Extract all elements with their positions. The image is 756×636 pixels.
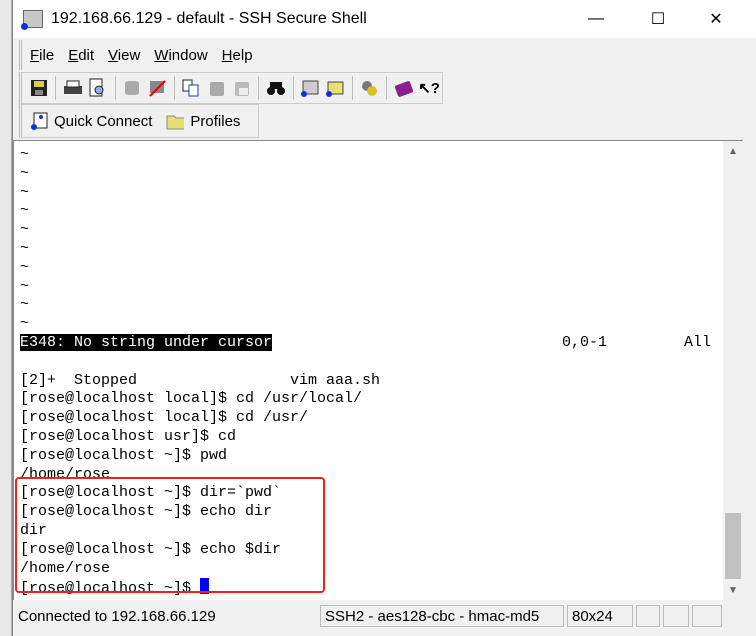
terminal-line: [rose@localhost usr]$ cd [20, 427, 237, 445]
vim-error-message: E348: No string under cursor [20, 333, 273, 351]
quick-connect-icon [31, 112, 48, 130]
find-icon[interactable] [265, 77, 286, 99]
terminal-line: /home/rose [20, 465, 111, 483]
menu-view-mnemonic: V [108, 46, 118, 64]
profiles-button[interactable]: Profiles [166, 112, 240, 130]
print-icon[interactable] [62, 77, 83, 99]
vim-tilde: ~ [20, 258, 30, 276]
vim-tilde: ~ [20, 296, 30, 314]
menu-help[interactable]: Help [222, 47, 253, 64]
prompt-line: [rose@localhost ~]$ [20, 578, 723, 597]
terminal-size: 80x24 [567, 605, 633, 627]
menu-view[interactable]: View [108, 47, 140, 64]
terminal[interactable]: ~ ~ ~ ~ ~ ~ ~ ~ ~ ~ E348: No string unde… [13, 140, 723, 600]
context-help-icon[interactable]: ↖? [418, 77, 440, 99]
menu-file-label: ile [39, 46, 55, 64]
terminal-line: [2]+ Stopped vim aaa.sh [20, 371, 381, 389]
terminal-cursor [200, 578, 210, 595]
terminal-line: [rose@localhost ~]$ echo $dir [20, 540, 282, 558]
quick-connect-button[interactable]: Quick Connect [30, 112, 152, 130]
quick-connect-label: Quick Connect [54, 112, 153, 130]
vim-tilde: ~ [20, 146, 30, 163]
menu-bar: File Edit View Window Help [19, 40, 267, 70]
toolbar-separator [114, 76, 116, 100]
toolbar-separator [351, 76, 353, 100]
cipher-status: SSH2 - aes128-cbc - hmac-md5 [320, 605, 564, 627]
copy-icon[interactable] [181, 77, 202, 99]
menu-window-label: indow [168, 46, 208, 64]
terminal-line: [rose@localhost ~]$ echo dir [20, 503, 273, 521]
new-terminal-icon[interactable] [300, 77, 321, 99]
help-icon[interactable] [393, 77, 414, 99]
ssh-window: 192.168.66.129 - default - SSH Secure Sh… [12, 0, 756, 636]
title-bar: 192.168.66.129 - default - SSH Secure Sh… [13, 0, 756, 38]
status-panel [692, 605, 722, 627]
minimize-button[interactable]: — [573, 0, 619, 38]
connect-icon[interactable] [122, 77, 143, 99]
vim-scroll-position: All [684, 333, 712, 351]
terminal-scrollbar[interactable]: ▲ ▼ [723, 140, 743, 600]
vim-tilde: ~ [20, 164, 30, 182]
close-button[interactable]: ✕ [693, 0, 739, 38]
toolbar-separator [173, 76, 175, 100]
menu-edit-label: dit [78, 46, 95, 64]
menu-help-label: elp [232, 46, 253, 64]
terminal-line: [rose@localhost ~]$ pwd [20, 446, 228, 464]
settings-icon[interactable] [359, 77, 380, 99]
connection-status: Connected to 192.168.66.129 [18, 607, 216, 625]
toolbar: ↖? [19, 72, 443, 104]
vim-tilde: ~ [20, 183, 30, 201]
scroll-down-arrow-icon[interactable]: ▼ [723, 580, 743, 600]
toolbar-separator [55, 76, 57, 100]
paste-special-icon[interactable] [231, 77, 252, 99]
menu-help-mnemonic: H [221, 46, 233, 64]
maximize-button[interactable]: ☐ [635, 0, 681, 38]
profiles-label: Profiles [190, 112, 241, 130]
menu-view-label: iew [117, 46, 141, 64]
status-panel [636, 605, 660, 627]
background-window [0, 0, 12, 636]
window-title: 192.168.66.129 - default - SSH Secure Sh… [51, 10, 367, 27]
terminal-line: /home/rose [20, 559, 111, 577]
scrollbar-thumb[interactable] [725, 513, 741, 579]
folder-icon [166, 115, 185, 130]
menu-window-mnemonic: W [154, 46, 169, 64]
status-panel-icon [663, 605, 689, 627]
vim-status-line: E348: No string under cursor 0,0-1 All [20, 333, 723, 353]
app-icon [21, 10, 43, 30]
terminal-line: [rose@localhost local]$ cd /usr/local/ [20, 390, 363, 408]
new-file-transfer-icon[interactable] [325, 77, 346, 99]
toolbar-separator [386, 76, 388, 100]
vim-cursor-position: 0,0-1 [562, 333, 608, 351]
terminal-line: [rose@localhost local]$ cd /usr/ [20, 409, 309, 427]
vim-tilde: ~ [20, 315, 30, 333]
toolbar-separator [258, 76, 260, 100]
terminal-line: dir [20, 521, 48, 539]
menu-file-mnemonic: F [30, 46, 40, 64]
prompt: [rose@localhost ~]$ [20, 580, 201, 598]
menu-file[interactable]: File [30, 47, 54, 64]
vim-tilde: ~ [20, 239, 30, 257]
print-preview-icon[interactable] [87, 77, 108, 99]
disconnect-icon[interactable] [147, 77, 168, 99]
scroll-up-arrow-icon[interactable]: ▲ [723, 141, 743, 161]
menu-edit[interactable]: Edit [68, 47, 94, 64]
vim-tilde: ~ [20, 221, 30, 239]
menu-window[interactable]: Window [154, 47, 207, 64]
status-bar: Connected to 192.168.66.129 SSH2 - aes12… [13, 602, 745, 630]
vim-tilde: ~ [20, 202, 30, 220]
menu-edit-mnemonic: E [68, 46, 79, 64]
vim-tilde: ~ [20, 277, 30, 295]
terminal-line: [rose@localhost ~]$ dir=`pwd` [20, 484, 282, 502]
save-icon[interactable] [28, 77, 49, 99]
quick-connect-bar: Quick Connect Profiles [19, 104, 259, 138]
toolbar-separator [292, 76, 294, 100]
paste-icon[interactable] [206, 77, 227, 99]
